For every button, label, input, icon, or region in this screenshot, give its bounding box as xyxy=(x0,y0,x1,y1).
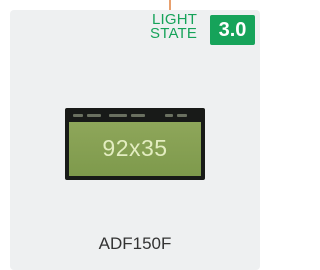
lcd-header xyxy=(73,112,197,120)
lcd-display: 92x35 xyxy=(69,122,201,176)
light-state-label: LIGHT STATE xyxy=(150,12,198,42)
lcd-value: 92x35 xyxy=(102,135,168,161)
connector-line xyxy=(169,0,171,10)
product-model: ADF150F xyxy=(98,234,172,253)
light-state-badge: 3.0 xyxy=(210,15,255,45)
lcd-screen: 92x35 xyxy=(65,108,205,180)
light-state-line2: STATE xyxy=(150,25,198,42)
